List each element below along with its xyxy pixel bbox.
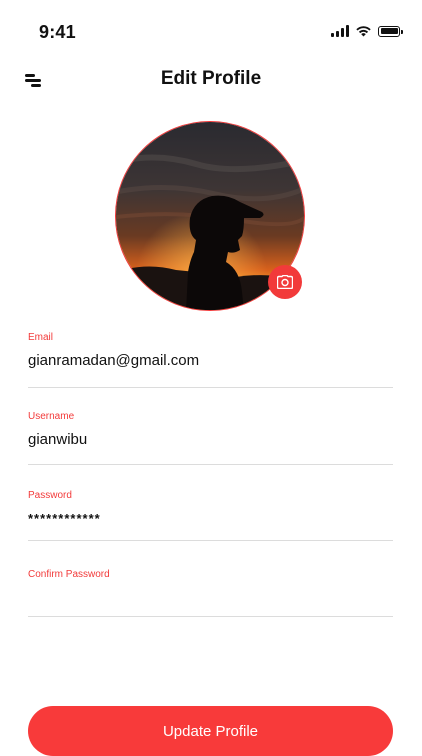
- email-input[interactable]: [28, 350, 393, 370]
- password-label: Password: [28, 490, 72, 501]
- password-divider: [28, 540, 393, 541]
- username-divider: [28, 464, 393, 465]
- email-field-group: Email: [28, 332, 393, 388]
- password-field-group: Password: [28, 490, 393, 541]
- page-title: Edit Profile: [160, 68, 262, 89]
- update-profile-button[interactable]: Update Profile: [28, 706, 393, 756]
- battery-icon: [378, 25, 403, 37]
- username-field-group: Username: [28, 411, 393, 465]
- username-input[interactable]: [28, 429, 393, 449]
- status-bar: 9:41: [0, 0, 422, 56]
- status-icons: [331, 25, 403, 37]
- confirm-password-label: Confirm Password: [28, 569, 110, 580]
- email-divider: [28, 387, 393, 388]
- camera-icon: [277, 275, 293, 289]
- change-photo-button[interactable]: [268, 265, 302, 299]
- confirm-password-divider: [28, 616, 393, 617]
- status-time: 9:41: [39, 22, 76, 42]
- header: Edit Profile: [0, 62, 422, 98]
- username-label: Username: [28, 411, 75, 422]
- confirm-password-input[interactable]: [28, 587, 393, 607]
- cellular-signal-icon: [331, 25, 349, 37]
- email-label: Email: [28, 332, 54, 343]
- confirm-password-field-group: Confirm Password: [28, 569, 393, 617]
- wifi-icon: [356, 26, 371, 37]
- password-input[interactable]: [28, 508, 393, 528]
- avatar-container: [115, 121, 305, 311]
